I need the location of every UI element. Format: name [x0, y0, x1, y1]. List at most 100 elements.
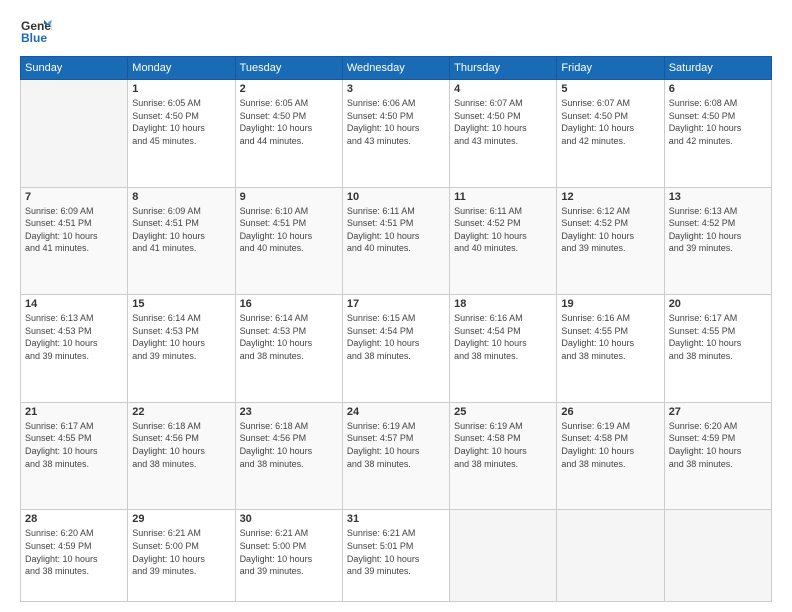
day-number: 24 [347, 406, 445, 418]
calendar-cell [21, 80, 128, 188]
calendar-cell: 18 Sunrise: 6:16 AM Sunset: 4:54 PM Dayli… [450, 295, 557, 403]
day-number: 14 [25, 298, 123, 310]
day-number: 28 [25, 513, 123, 525]
day-info: Sunrise: 6:13 AM Sunset: 4:53 PM Dayligh… [25, 312, 123, 362]
weekday-header: Wednesday [342, 57, 449, 80]
day-info: Sunrise: 6:21 AM Sunset: 5:01 PM Dayligh… [347, 527, 445, 577]
day-info: Sunrise: 6:14 AM Sunset: 4:53 PM Dayligh… [240, 312, 338, 362]
day-info: Sunrise: 6:08 AM Sunset: 4:50 PM Dayligh… [669, 97, 767, 147]
day-info: Sunrise: 6:18 AM Sunset: 4:56 PM Dayligh… [132, 420, 230, 470]
logo: General Blue [20, 16, 56, 48]
day-info: Sunrise: 6:19 AM Sunset: 4:58 PM Dayligh… [454, 420, 552, 470]
calendar-cell: 3 Sunrise: 6:06 AM Sunset: 4:50 PM Daylig… [342, 80, 449, 188]
calendar-cell: 20Sunrise: 6:17 AM Sunset: 4:55 PM Dayli… [664, 295, 771, 403]
calendar-cell: 23 Sunrise: 6:18 AM Sunset: 4:56 PM Dayli… [235, 402, 342, 510]
calendar-table: SundayMondayTuesdayWednesdayThursdayFrid… [20, 56, 772, 602]
calendar-cell: 28 Sunrise: 6:20 AM Sunset: 4:59 PM Dayli… [21, 510, 128, 602]
day-info: Sunrise: 6:06 AM Sunset: 4:50 PM Dayligh… [347, 97, 445, 147]
calendar-week-row: 21 Sunrise: 6:17 AM Sunset: 4:55 PM Dayli… [21, 402, 772, 510]
header: General Blue [20, 16, 772, 48]
calendar-cell: 21 Sunrise: 6:17 AM Sunset: 4:55 PM Dayli… [21, 402, 128, 510]
calendar-cell: 9 Sunrise: 6:10 AM Sunset: 4:51 PM Daylig… [235, 187, 342, 295]
calendar-cell: 11Sunrise: 6:11 AM Sunset: 4:52 PM Dayli… [450, 187, 557, 295]
day-number: 3 [347, 83, 445, 95]
day-number: 10 [347, 191, 445, 203]
day-number: 31 [347, 513, 445, 525]
day-number: 4 [454, 83, 552, 95]
day-number: 7 [25, 191, 123, 203]
day-info: Sunrise: 6:05 AM Sunset: 4:50 PM Dayligh… [132, 97, 230, 147]
day-number: 16 [240, 298, 338, 310]
weekday-header: Friday [557, 57, 664, 80]
day-info: Sunrise: 6:20 AM Sunset: 4:59 PM Dayligh… [25, 527, 123, 577]
day-number: 9 [240, 191, 338, 203]
day-number: 22 [132, 406, 230, 418]
day-number: 21 [25, 406, 123, 418]
day-number: 1 [132, 83, 230, 95]
calendar-cell: 25Sunrise: 6:19 AM Sunset: 4:58 PM Dayli… [450, 402, 557, 510]
day-number: 5 [561, 83, 659, 95]
calendar-cell: 29Sunrise: 6:21 AM Sunset: 5:00 PM Dayli… [128, 510, 235, 602]
calendar-cell: 2 Sunrise: 6:05 AM Sunset: 4:50 PM Daylig… [235, 80, 342, 188]
day-number: 30 [240, 513, 338, 525]
day-number: 19 [561, 298, 659, 310]
calendar-cell: 5 Sunrise: 6:07 AM Sunset: 4:50 PM Daylig… [557, 80, 664, 188]
calendar-cell [557, 510, 664, 602]
day-info: Sunrise: 6:16 AM Sunset: 4:54 PM Dayligh… [454, 312, 552, 362]
day-number: 27 [669, 406, 767, 418]
day-number: 23 [240, 406, 338, 418]
day-number: 18 [454, 298, 552, 310]
calendar-cell: 6Sunrise: 6:08 AM Sunset: 4:50 PM Daylig… [664, 80, 771, 188]
day-info: Sunrise: 6:19 AM Sunset: 4:57 PM Dayligh… [347, 420, 445, 470]
day-number: 29 [132, 513, 230, 525]
day-info: Sunrise: 6:18 AM Sunset: 4:56 PM Dayligh… [240, 420, 338, 470]
weekday-header: Tuesday [235, 57, 342, 80]
svg-text:Blue: Blue [21, 31, 47, 45]
calendar-cell: 30 Sunrise: 6:21 AM Sunset: 5:00 PM Dayli… [235, 510, 342, 602]
calendar-cell: 17 Sunrise: 6:15 AM Sunset: 4:54 PM Dayli… [342, 295, 449, 403]
day-number: 26 [561, 406, 659, 418]
calendar-week-row: 7 Sunrise: 6:09 AM Sunset: 4:51 PM Daylig… [21, 187, 772, 295]
day-info: Sunrise: 6:14 AM Sunset: 4:53 PM Dayligh… [132, 312, 230, 362]
calendar-cell: 10 Sunrise: 6:11 AM Sunset: 4:51 PM Dayli… [342, 187, 449, 295]
day-info: Sunrise: 6:20 AM Sunset: 4:59 PM Dayligh… [669, 420, 767, 470]
logo-icon: General Blue [20, 16, 52, 48]
day-info: Sunrise: 6:07 AM Sunset: 4:50 PM Dayligh… [454, 97, 552, 147]
calendar-cell: 4 Sunrise: 6:07 AM Sunset: 4:50 PM Daylig… [450, 80, 557, 188]
calendar-cell: 1 Sunrise: 6:05 AM Sunset: 4:50 PM Daylig… [128, 80, 235, 188]
weekday-header: Sunday [21, 57, 128, 80]
calendar-cell: 15 Sunrise: 6:14 AM Sunset: 4:53 PM Dayli… [128, 295, 235, 403]
day-number: 8 [132, 191, 230, 203]
weekday-header: Saturday [664, 57, 771, 80]
day-info: Sunrise: 6:09 AM Sunset: 4:51 PM Dayligh… [25, 205, 123, 255]
calendar-cell: 8 Sunrise: 6:09 AM Sunset: 4:51 PM Daylig… [128, 187, 235, 295]
day-info: Sunrise: 6:19 AM Sunset: 4:58 PM Dayligh… [561, 420, 659, 470]
calendar-header-row: SundayMondayTuesdayWednesdayThursdayFrid… [21, 57, 772, 80]
calendar-week-row: 14 Sunrise: 6:13 AM Sunset: 4:53 PM Dayli… [21, 295, 772, 403]
calendar-cell: 24 Sunrise: 6:19 AM Sunset: 4:57 PM Dayli… [342, 402, 449, 510]
day-info: Sunrise: 6:21 AM Sunset: 5:00 PM Dayligh… [240, 527, 338, 577]
day-number: 2 [240, 83, 338, 95]
day-number: 12 [561, 191, 659, 203]
calendar-cell: 31 Sunrise: 6:21 AM Sunset: 5:01 PM Dayli… [342, 510, 449, 602]
day-number: 17 [347, 298, 445, 310]
calendar-cell: 19Sunrise: 6:16 AM Sunset: 4:55 PM Dayli… [557, 295, 664, 403]
day-info: Sunrise: 6:10 AM Sunset: 4:51 PM Dayligh… [240, 205, 338, 255]
calendar-cell [450, 510, 557, 602]
day-info: Sunrise: 6:17 AM Sunset: 4:55 PM Dayligh… [25, 420, 123, 470]
day-info: Sunrise: 6:11 AM Sunset: 4:51 PM Dayligh… [347, 205, 445, 255]
day-info: Sunrise: 6:07 AM Sunset: 4:50 PM Dayligh… [561, 97, 659, 147]
weekday-header: Monday [128, 57, 235, 80]
day-info: Sunrise: 6:15 AM Sunset: 4:54 PM Dayligh… [347, 312, 445, 362]
calendar-cell [664, 510, 771, 602]
calendar-week-row: 1 Sunrise: 6:05 AM Sunset: 4:50 PM Daylig… [21, 80, 772, 188]
weekday-header: Thursday [450, 57, 557, 80]
day-info: Sunrise: 6:12 AM Sunset: 4:52 PM Dayligh… [561, 205, 659, 255]
day-number: 15 [132, 298, 230, 310]
day-number: 20 [669, 298, 767, 310]
day-info: Sunrise: 6:05 AM Sunset: 4:50 PM Dayligh… [240, 97, 338, 147]
calendar-week-row: 28 Sunrise: 6:20 AM Sunset: 4:59 PM Dayli… [21, 510, 772, 602]
calendar-cell: 12 Sunrise: 6:12 AM Sunset: 4:52 PM Dayli… [557, 187, 664, 295]
calendar-cell: 27 Sunrise: 6:20 AM Sunset: 4:59 PM Dayli… [664, 402, 771, 510]
day-info: Sunrise: 6:09 AM Sunset: 4:51 PM Dayligh… [132, 205, 230, 255]
